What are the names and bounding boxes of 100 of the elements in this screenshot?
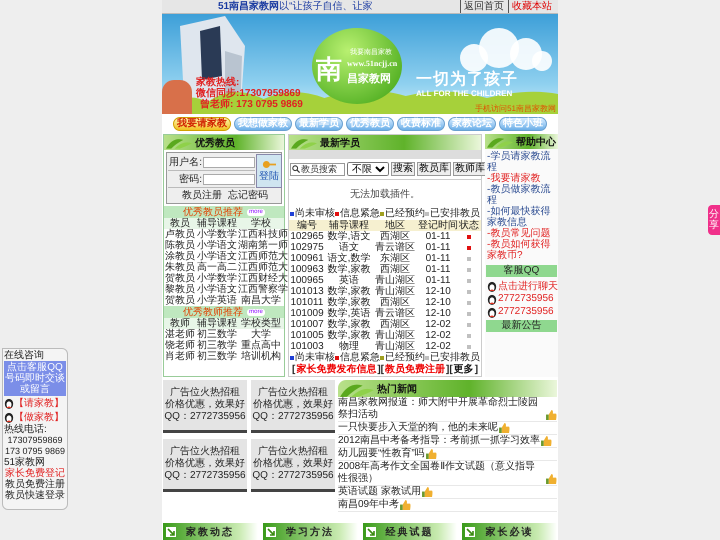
notice-header: 最新公告 [486, 320, 557, 332]
ad-text: QQ：2772735956 [252, 411, 334, 423]
leaf-drawing [291, 136, 317, 149]
arrow-icon [166, 526, 176, 536]
news-link[interactable]: 一只快要步入天堂的狗，他的未来呢 [338, 422, 498, 434]
help-link[interactable]: -教员做家教流程 [487, 184, 556, 206]
ad-panel[interactable]: 广告位火热招租 价格优惠，效果好 QQ：2772735956 [251, 439, 335, 492]
ad-text: 广告位火热招租 [170, 446, 240, 458]
table-cell-text: 青云谱区 [374, 308, 416, 319]
thumbs-up-icon [422, 487, 433, 497]
qq-link[interactable]: 【做家教】 [14, 412, 64, 422]
ad-text: QQ：2772735956 [252, 470, 334, 482]
ad-text: QQ：2772735956 [164, 470, 246, 482]
table-cell: 卢教员 [164, 229, 196, 240]
ad-panel[interactable]: 广告位火热招租 价格优惠，效果好 QQ：2772735956 [163, 380, 247, 433]
table-cell: 小学数学 [196, 273, 238, 284]
table-cell-text: 语文,数学 [326, 253, 372, 264]
consult-link[interactable]: 家长免费登记 [4, 468, 66, 479]
news-link[interactable]: 南昌家教网报道：师大附中开展革命烈士陵园祭扫活动 [338, 397, 545, 421]
hotline-text: 曾老师: 173 0795 9869 [199, 99, 303, 110]
table-cell-text: 数学,家教 [326, 286, 372, 297]
nav-button[interactable]: 我要请家教 [173, 117, 231, 131]
qq-link[interactable]: 2772735956 [498, 306, 554, 317]
footer-tab[interactable]: 家长必读 [462, 523, 557, 540]
footer-tab[interactable]: 学习方法 [262, 523, 358, 540]
table-cell: 102965 [289, 231, 325, 242]
login-link[interactable]: 忘记密码 [228, 189, 268, 202]
ad-panel[interactable]: 广告位火热招租 价格优惠，效果好 QQ：2772735956 [163, 439, 247, 492]
area-select[interactable]: 不限 [347, 162, 389, 176]
qq-header: 客服QQ [486, 265, 557, 277]
search-field[interactable]: 教员搜索 [290, 162, 345, 176]
password-field[interactable] [203, 174, 255, 184]
table-cell: 小学语文 [196, 284, 238, 295]
library-tab[interactable]: 教员库 [417, 162, 451, 176]
table-cell: 小学数学 [196, 229, 238, 240]
table-cell: 高一高二 [196, 262, 238, 273]
library-tab[interactable]: 教师库 [453, 162, 487, 176]
ad-text: 广告位火热招租 [258, 446, 328, 458]
column-header: 辅导课程 [196, 218, 238, 229]
search-button[interactable]: 搜索 [391, 162, 415, 176]
table-cell: 小学语文 [196, 240, 238, 251]
consult-link[interactable]: 教员免费注册 [4, 479, 66, 490]
qq-link[interactable]: 2772735956 [498, 293, 554, 304]
hotline-label: 热线电话: [4, 424, 48, 435]
help-link[interactable]: -如何最快获得家教信息 [487, 206, 556, 228]
consult-link[interactable]: 教员快速登录 [4, 490, 66, 501]
help-link[interactable]: -教员常见问题 [487, 228, 556, 239]
help-link[interactable]: -学员请家教流程 [487, 151, 556, 173]
legend-label: 已经预约 [385, 352, 425, 363]
username-field[interactable] [203, 156, 255, 168]
table-cell-text: 西湖区 [380, 319, 411, 330]
news-link[interactable]: 2012南昌中考备考指导：考前抓一抓学习效率 [338, 435, 540, 447]
banner-slogan: 一切为了孩子 [416, 69, 518, 90]
table-cell-text: 青山湖区 [374, 286, 416, 297]
arrow-icon [266, 526, 276, 536]
news-link[interactable]: 幼儿园要“性教育”吗 [338, 448, 425, 460]
table-cell-text: 物理 [338, 341, 359, 352]
table-cell-text: 西湖区 [380, 297, 411, 308]
bracket: [ [380, 364, 384, 376]
thumbs-up-icon [400, 500, 412, 510]
bracket: [ [292, 364, 296, 376]
ad-panel[interactable]: 广告位火热招租 价格优惠，效果好 QQ：2772735956 [251, 380, 335, 433]
footer-tab[interactable]: 经典试题 [362, 523, 458, 540]
phone-number: 17307959869 [6, 435, 64, 446]
table-cell-text: 101003 [289, 341, 324, 352]
table-cell: 肖老师 [164, 351, 196, 362]
action-link[interactable]: 教员免费注册 [385, 364, 445, 376]
top-link[interactable]: 返回首页 [460, 0, 504, 13]
login-button[interactable]: 登陆 [256, 154, 282, 188]
login-link[interactable]: 教员注册 [182, 189, 222, 202]
help-link[interactable]: -我要请家教 [487, 173, 556, 184]
bracket: ] [446, 364, 450, 376]
legend-label: 信息紧急 [340, 208, 380, 220]
section-title: 帮助中心 [516, 135, 556, 148]
ad-text: 价格优惠，效果好 [165, 458, 245, 470]
help-link[interactable]: -教员如何获得家教币? [487, 239, 556, 261]
consult-notice: 点击客服QQ号码即时交谈或留言 [4, 361, 66, 396]
news-link[interactable]: 南昌09年中考 [338, 499, 400, 511]
action-link[interactable]: 家长免费发布信息 [296, 364, 376, 376]
section-title: 最新学员 [320, 136, 360, 150]
table-cell-text: 101011 [290, 297, 324, 308]
legend-label: 已安排教员 [430, 352, 480, 363]
ad-text: 价格优惠，效果好 [165, 399, 245, 411]
share-tab[interactable]: 分享 [708, 205, 720, 235]
footer-tab[interactable]: 家教动态 [163, 523, 258, 540]
news-link[interactable]: 英语试题 家教试用 [338, 486, 421, 498]
table-cell-text: 12-02 [424, 341, 451, 352]
table-cell-text: 大学 [250, 329, 272, 340]
table-cell-text: 12-10 [424, 308, 452, 319]
logo-character: 南 [316, 53, 342, 86]
table-cell: 贺教员 [164, 295, 196, 306]
plugin-message: 无法加载插件。 [350, 188, 420, 201]
news-link[interactable]: 2008年高考作文全国卷Ⅱ作文试题（意义指导性很强） [338, 461, 545, 485]
search-icon [292, 165, 300, 173]
table-cell-text: 西湖区 [380, 264, 411, 275]
top-link[interactable]: 收藏本站 [508, 0, 552, 13]
action-link[interactable]: 更多 [454, 364, 474, 376]
table-cell-text: 数学,语文 [326, 231, 372, 242]
qq-link[interactable]: 点击进行聊天 [498, 278, 558, 292]
qq-link[interactable]: 【请家教】 [14, 398, 64, 408]
